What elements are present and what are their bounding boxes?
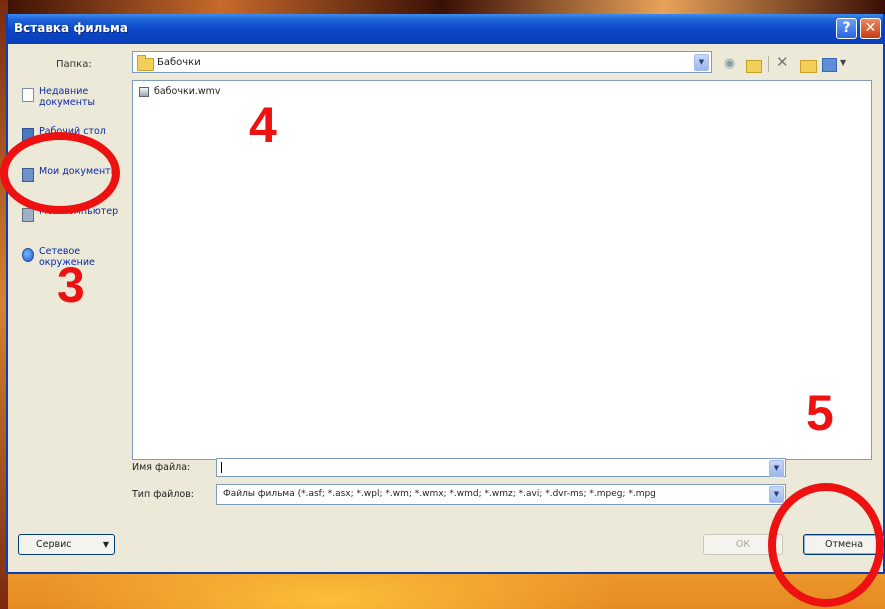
network-icon xyxy=(22,248,34,262)
video-file-icon xyxy=(139,87,149,97)
file-name-label: Имя файла: xyxy=(132,462,191,473)
up-folder-icon[interactable] xyxy=(746,60,762,73)
tools-button-label: Сервис xyxy=(36,539,72,550)
file-type-value: Файлы фильма (*.asf; *.asx; *.wpl; *.wm;… xyxy=(223,489,656,499)
file-list[interactable]: бабочки.wmv xyxy=(132,80,872,460)
step-number-3: 3 xyxy=(57,257,85,313)
views-icon[interactable] xyxy=(822,58,837,72)
step-number-4: 4 xyxy=(249,97,277,153)
new-folder-icon[interactable] xyxy=(800,60,817,73)
toolbar-divider xyxy=(768,56,769,72)
title-bar[interactable]: Вставка фильма ? ✕ xyxy=(8,14,883,44)
close-button[interactable]: ✕ xyxy=(860,18,881,39)
back-icon[interactable]: ◉ xyxy=(724,56,735,71)
file-type-select[interactable]: Файлы фильма (*.asf; *.asx; *.wpl; *.wm;… xyxy=(216,484,786,505)
file-name-field[interactable]: ▼ xyxy=(216,458,786,477)
text-caret xyxy=(221,462,222,473)
my-computer-icon xyxy=(22,208,34,222)
views-menu-arrow-icon[interactable]: ▼ xyxy=(840,58,846,67)
look-in-label: Папка: xyxy=(56,59,92,70)
look-in-value: Бабочки xyxy=(157,57,201,68)
step-number-5: 5 xyxy=(806,385,834,441)
chevron-down-icon[interactable]: ▼ xyxy=(694,54,709,71)
slide-background-top xyxy=(0,0,885,14)
highlight-circle-cancel xyxy=(768,483,884,607)
file-name: бабочки.wmv xyxy=(154,86,221,97)
place-label: Недавние документы xyxy=(39,86,95,108)
insert-movie-dialog: Вставка фильма ? ✕ Папка: Бабочки ▼ ◉ ✕ … xyxy=(6,14,885,574)
tools-button[interactable]: Сервис ▼ xyxy=(18,534,115,555)
delete-icon[interactable]: ✕ xyxy=(776,53,789,71)
recent-documents-icon xyxy=(22,88,34,102)
file-type-label: Тип файлов: xyxy=(132,489,195,500)
folder-icon xyxy=(137,55,154,71)
place-recent-documents[interactable]: Недавние документы xyxy=(16,84,126,124)
highlight-circle-places xyxy=(0,132,120,214)
chevron-down-icon: ▼ xyxy=(102,540,109,549)
look-in-dropdown[interactable]: Бабочки ▼ xyxy=(132,51,712,73)
chevron-down-icon[interactable]: ▼ xyxy=(769,460,784,477)
chevron-down-icon[interactable]: ▼ xyxy=(769,486,784,503)
help-button[interactable]: ? xyxy=(836,18,857,39)
help-icon: ? xyxy=(842,20,851,36)
close-icon: ✕ xyxy=(864,20,877,36)
dialog-title: Вставка фильма xyxy=(14,21,128,35)
